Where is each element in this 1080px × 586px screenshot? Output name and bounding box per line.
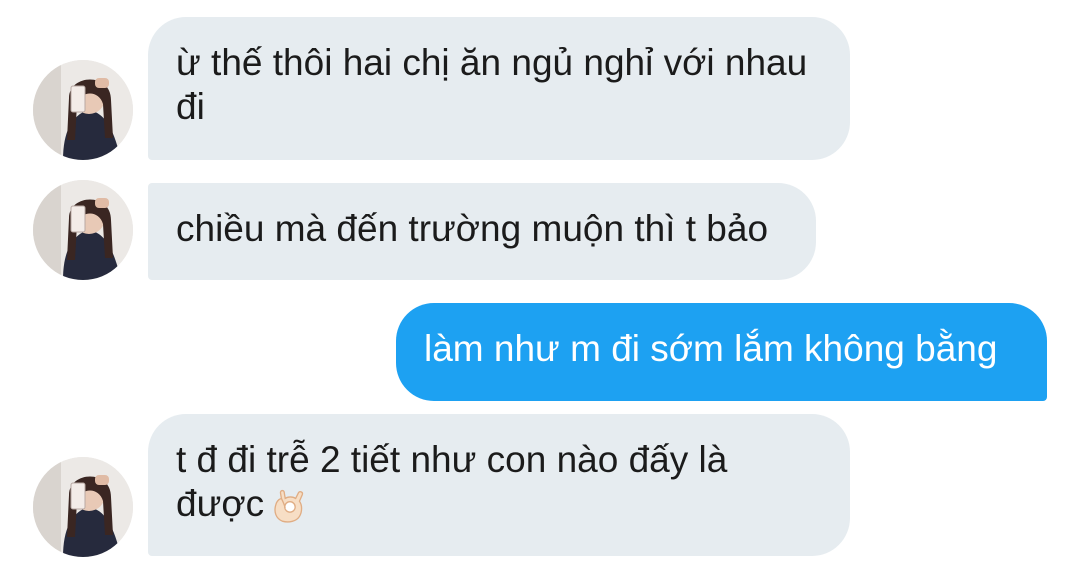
profile-photo-icon (33, 60, 133, 160)
ok-hand-icon (270, 487, 308, 525)
profile-photo-icon (33, 457, 133, 557)
conversation-thread: ừ thế thôi hai chị ăn ngủ nghỉ với nhau … (0, 0, 1080, 586)
message-text: chiều mà đến trường muộn thì t bảo (176, 208, 769, 249)
message-bubble-incoming[interactable]: ừ thế thôi hai chị ăn ngủ nghỉ với nhau … (148, 17, 850, 160)
avatar[interactable] (33, 180, 133, 280)
message-text: làm như m đi sớm lắm không bằng (424, 328, 998, 369)
message-bubble-outgoing[interactable]: làm như m đi sớm lắm không bằng (396, 303, 1047, 401)
profile-photo-icon (33, 180, 133, 280)
avatar[interactable] (33, 457, 133, 557)
message-bubble-incoming[interactable]: chiều mà đến trường muộn thì t bảo (148, 183, 816, 280)
avatar[interactable] (33, 60, 133, 160)
message-bubble-incoming[interactable]: t đ đi trễ 2 tiết như con nào đấy là đượ… (148, 414, 850, 556)
message-text: t đ đi trễ 2 tiết như con nào đấy là đượ… (176, 439, 728, 524)
message-text: ừ thế thôi hai chị ăn ngủ nghỉ với nhau … (176, 42, 808, 127)
